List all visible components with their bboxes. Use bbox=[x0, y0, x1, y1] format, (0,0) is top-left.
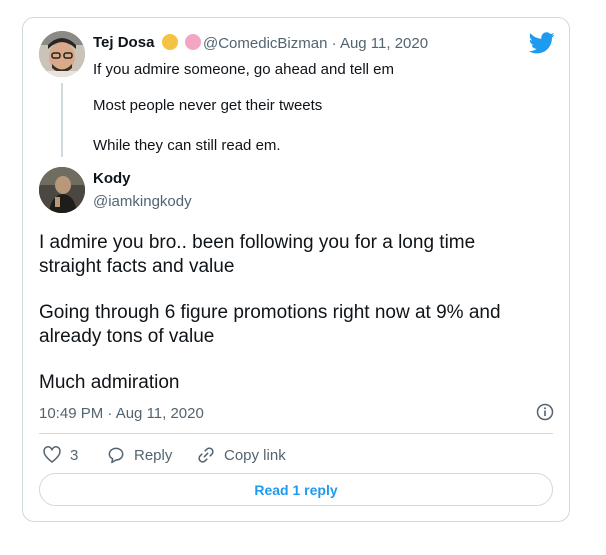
avatar-kody[interactable] bbox=[39, 167, 85, 213]
reply-author-name[interactable]: Kody bbox=[93, 170, 131, 187]
info-icon[interactable] bbox=[536, 403, 554, 421]
reply-tweet-line-3: Going through 6 figure promotions right … bbox=[39, 302, 501, 323]
reply-bubble-icon bbox=[108, 447, 124, 464]
reply-timestamp[interactable]: 10:49 PM · Aug 11, 2020 bbox=[39, 405, 204, 422]
actions-divider bbox=[39, 433, 553, 434]
heart-icon bbox=[43, 446, 61, 463]
laughing-tears-emoji bbox=[161, 34, 178, 50]
like-button[interactable]: 3 bbox=[42, 443, 78, 467]
reply-tweet-line-5: Much admiration bbox=[39, 372, 180, 393]
parent-handle-date[interactable]: @ComedicBizman · Aug 11, 2020 bbox=[203, 35, 428, 52]
parent-tweet-line-1: If you admire someone, go ahead and tell… bbox=[93, 61, 395, 78]
brain-emoji bbox=[184, 34, 201, 50]
parent-author-name[interactable]: Tej Dosa bbox=[93, 34, 201, 51]
reply-tweet-line-2: straight facts and value bbox=[39, 256, 235, 277]
copy-link-label: Copy link bbox=[224, 446, 286, 464]
reply-button[interactable]: Reply bbox=[106, 443, 172, 467]
reply-author-handle[interactable]: @iamkingkody bbox=[93, 193, 192, 210]
parent-tweet-line-3: While they can still read em. bbox=[93, 137, 281, 154]
twitter-bird-icon[interactable] bbox=[529, 32, 555, 54]
read-replies-button[interactable]: Read 1 reply bbox=[39, 473, 553, 506]
reply-tweet-line-4: already tons of value bbox=[39, 326, 215, 347]
reply-label: Reply bbox=[134, 446, 173, 464]
thread-connector-line bbox=[61, 83, 63, 157]
copy-link-button[interactable]: Copy link bbox=[196, 443, 286, 467]
reply-tweet-line-1: I admire you bro.. been following you fo… bbox=[39, 232, 476, 253]
parent-tweet-line-2: Most people never get their tweets bbox=[93, 97, 323, 114]
link-icon bbox=[198, 447, 214, 463]
like-count: 3 bbox=[70, 446, 79, 464]
avatar-tej-dosa[interactable] bbox=[39, 31, 85, 77]
